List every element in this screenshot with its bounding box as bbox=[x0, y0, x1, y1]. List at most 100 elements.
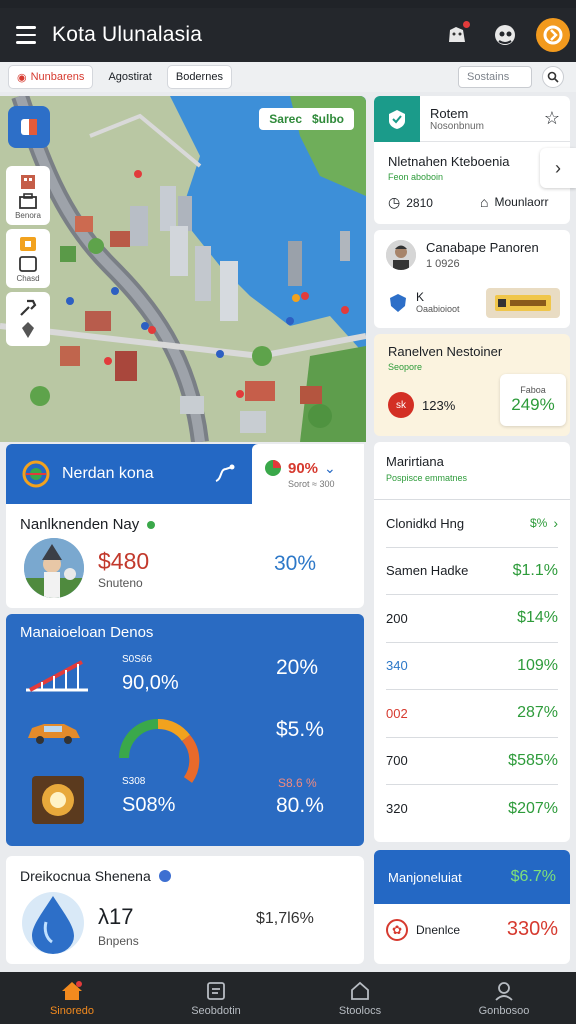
bridge-icon bbox=[26, 660, 88, 692]
growth-box-pct: 249% bbox=[511, 395, 555, 414]
list-item-value: $14% bbox=[517, 609, 558, 627]
growth-card[interactable]: Ranelven Nestoiner Seopore sk 123% Faboa… bbox=[374, 334, 570, 436]
list-item[interactable]: Samen Hadke $1.1% bbox=[386, 548, 558, 595]
list-item[interactable]: Clonidkd Hng $% › bbox=[386, 500, 558, 548]
poi-logo bbox=[374, 96, 420, 142]
contact-avatar bbox=[386, 240, 416, 270]
trip-price: $480 bbox=[98, 548, 150, 574]
coins-icon[interactable] bbox=[536, 18, 570, 52]
route-header[interactable]: Nerdan kona 90% ⌄ Sorot ≈ 300 bbox=[6, 444, 364, 504]
trip-card[interactable]: Nanlknenden Nay $480 Snuteno 30% bbox=[6, 504, 364, 608]
star-icon[interactable]: ☆ bbox=[544, 108, 560, 129]
map-tool-building[interactable]: Benora bbox=[6, 166, 50, 225]
contact-card[interactable]: Canabape Panoren 1 0926 K Oaabioioot bbox=[374, 230, 570, 328]
calendar-icon bbox=[207, 981, 225, 1000]
filter-chip-1[interactable]: ◉ Nunbarens bbox=[8, 65, 94, 89]
management-card[interactable]: Manjoneluiat $6.7% ✿ Dnenlce 330% bbox=[374, 850, 570, 964]
map-badge[interactable]: Sarec $ulbo bbox=[259, 108, 354, 130]
filter-bar: ◉ Nunbarens Agostirat Bodernes Sostains bbox=[0, 62, 576, 92]
contact-tag: K bbox=[416, 290, 425, 304]
list-item[interactable]: 700 $585% bbox=[386, 738, 558, 785]
chevron-right-icon[interactable]: › bbox=[540, 148, 576, 188]
poi-sub: Nosonbnum bbox=[430, 120, 484, 132]
compass-icon bbox=[22, 460, 50, 488]
nav-profile-label: Gonbosoo bbox=[478, 1004, 530, 1017]
summary-sub: Bnpens bbox=[98, 934, 139, 948]
nav-schedule-label: Seobdotin bbox=[191, 1004, 241, 1017]
clock-icon: ◷ bbox=[388, 194, 401, 210]
growth-pct: 123% bbox=[422, 398, 456, 413]
shield-icon bbox=[388, 292, 408, 319]
map-tool-label: Benora bbox=[15, 211, 41, 220]
filter-chip-1-label: Nunbarens bbox=[30, 71, 85, 83]
dash-row1-small: S0S66 bbox=[122, 654, 153, 665]
map-tool-settings[interactable] bbox=[6, 292, 50, 346]
list-item[interactable]: 002 287% bbox=[386, 690, 558, 738]
list-item[interactable]: 320 $207% bbox=[386, 785, 558, 833]
nav-profile[interactable]: Gonbosoo bbox=[432, 972, 576, 1024]
bottom-nav: Sinoredo Seobdotin Stoolocs Gonbosoo bbox=[0, 972, 576, 1024]
map-badge-left: Sarec bbox=[269, 112, 302, 126]
route-icon[interactable] bbox=[212, 461, 238, 487]
map-illustration bbox=[0, 96, 366, 442]
route-header-pct: 90% bbox=[288, 459, 319, 477]
poi-title: Rotem bbox=[430, 105, 469, 121]
route-header-title: Nerdan kona bbox=[62, 465, 154, 482]
list-item[interactable]: 340 109% bbox=[386, 643, 558, 690]
growth-sub: Seopore bbox=[388, 362, 423, 372]
search-placeholder: Sostains bbox=[467, 71, 510, 83]
search-input[interactable]: Sostains bbox=[458, 66, 532, 88]
summary-right: $1,7l6% bbox=[256, 910, 314, 927]
ranking-title: Marirtiana bbox=[386, 454, 444, 469]
contact-title: Canabape Panoren bbox=[426, 240, 539, 255]
menu-button[interactable] bbox=[0, 8, 52, 62]
nav-store[interactable]: Stoolocs bbox=[288, 972, 432, 1024]
list-item-label: Clonidkd Hng bbox=[386, 515, 465, 531]
poi-stat1: 2810 bbox=[406, 195, 433, 210]
search-icon[interactable] bbox=[542, 66, 564, 88]
map-layers-button[interactable] bbox=[8, 106, 50, 148]
safe-icon bbox=[32, 776, 84, 824]
list-item-label: 340 bbox=[386, 658, 408, 674]
summary-title: Dreikocnua Shenena bbox=[20, 868, 151, 884]
list-item-value: $585% bbox=[508, 751, 558, 769]
list-item[interactable]: 200 $14% bbox=[386, 595, 558, 643]
route-header-sub: Sorot ≈ 300 bbox=[288, 479, 335, 489]
nav-schedule[interactable]: Seobdotin bbox=[144, 972, 288, 1024]
profile-icon[interactable] bbox=[488, 18, 522, 52]
status-bar bbox=[0, 0, 576, 8]
list-item-label: 200 bbox=[386, 610, 408, 626]
map-toolbar: Benora Chasd bbox=[6, 166, 50, 350]
list-item-label: 320 bbox=[386, 801, 408, 817]
list-item-value: $% bbox=[529, 516, 548, 531]
ranking-sub: Pospisce emmatnes bbox=[386, 473, 468, 483]
trip-card-title: Nanlknenden Nay bbox=[20, 516, 140, 533]
filter-chip-2[interactable]: Agostirat bbox=[99, 65, 160, 89]
list-item-label: Samen Hadke bbox=[386, 563, 469, 579]
dash-row3-value: S08% bbox=[122, 794, 176, 816]
water-drop-icon bbox=[22, 892, 84, 954]
trip-pct: 30% bbox=[274, 552, 317, 575]
info-icon bbox=[158, 870, 171, 882]
nav-home[interactable]: Sinoredo bbox=[0, 972, 144, 1024]
chevron-down-icon[interactable]: ⌄ bbox=[324, 460, 336, 477]
management-pct: 330% bbox=[506, 918, 558, 940]
dashboard-title: Manaioeloan Denos bbox=[20, 624, 154, 641]
list-item-value: 109% bbox=[517, 656, 558, 674]
map-tool-layers[interactable]: Chasd bbox=[6, 229, 50, 288]
growth-box-small: Faboa bbox=[520, 385, 546, 395]
ticket-badge[interactable] bbox=[486, 288, 560, 318]
list-item-value: $207% bbox=[508, 799, 558, 817]
notifications-icon[interactable] bbox=[440, 18, 474, 52]
nav-home-label: Sinoredo bbox=[49, 1004, 95, 1017]
summary-card[interactable]: Dreikocnua Shenena λ17 Bnpens $1,7l6% bbox=[6, 856, 364, 964]
filter-chip-3-label: Bodernes bbox=[175, 71, 223, 83]
management-label: Dnenlce bbox=[416, 922, 461, 937]
dash-row3-right: 80.% bbox=[276, 794, 324, 817]
filter-chip-2-label: Agostirat bbox=[108, 71, 152, 83]
home-icon: ⌂ bbox=[480, 194, 489, 210]
location-pin-icon: ◉ bbox=[17, 71, 27, 84]
trip-sub: Snuteno bbox=[98, 576, 143, 590]
city-map[interactable]: Sarec $ulbo Benora Chasd bbox=[0, 96, 366, 442]
filter-chip-3[interactable]: Bodernes bbox=[166, 65, 232, 89]
